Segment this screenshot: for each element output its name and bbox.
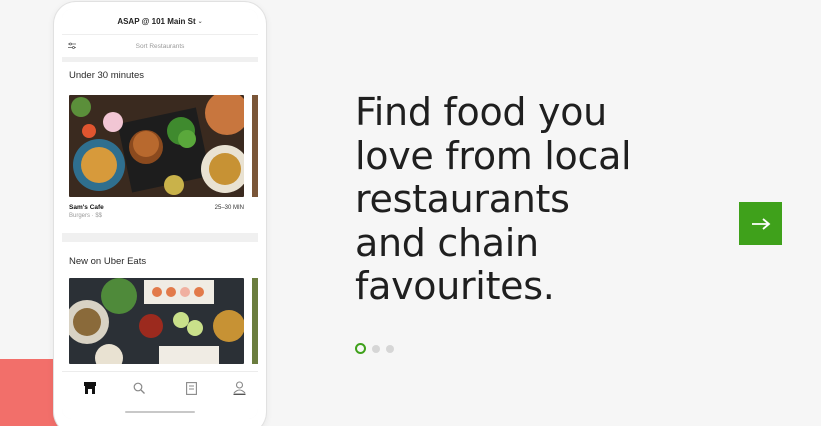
phone-screen: ASAP @ 101 Main St ⌄ Sort Restaurants Un…	[62, 9, 258, 419]
hero-headline: Find food you love from local restaurant…	[355, 90, 675, 309]
filter-icon	[68, 42, 76, 49]
delivery-address-header[interactable]: ASAP @ 101 Main St ⌄	[62, 9, 258, 35]
next-card-peek[interactable]	[252, 278, 258, 364]
headline-line: favourites.	[355, 264, 555, 308]
onboarding-page: ASAP @ 101 Main St ⌄ Sort Restaurants Un…	[0, 0, 821, 426]
delivery-address-label: ASAP @ 101 Main St	[117, 17, 196, 26]
section-title: Under 30 minutes	[69, 70, 144, 81]
sort-bar[interactable]: Sort Restaurants	[62, 35, 258, 57]
search-icon	[133, 382, 145, 394]
arrow-right-icon	[751, 217, 770, 230]
headline-line: and chain	[355, 220, 539, 265]
tab-home[interactable]	[82, 380, 98, 396]
carousel-dot-1[interactable]	[355, 343, 366, 354]
restaurant-name[interactable]: Sam's Cafe	[69, 204, 104, 211]
carousel-dot-3[interactable]	[386, 344, 394, 353]
store-icon	[84, 382, 96, 394]
headline-line: restaurants	[355, 177, 570, 221]
headline-line: Find food you	[355, 90, 607, 134]
restaurant-card-row	[69, 95, 258, 197]
carousel-dots	[355, 343, 394, 354]
chevron-down-icon: ⌄	[197, 19, 203, 25]
headline-line: love from local	[355, 133, 632, 178]
tab-search[interactable]	[131, 380, 147, 396]
tab-account[interactable]	[231, 380, 247, 396]
restaurant-card-row	[69, 278, 258, 364]
carousel-dot-2[interactable]	[372, 344, 380, 353]
section-under-30: Under 30 minutes Sam's Cafe 25–30 MIN Bu…	[62, 62, 258, 233]
section-title: New on Uber Eats	[69, 256, 147, 267]
next-card-peek[interactable]	[252, 95, 258, 197]
home-indicator	[125, 411, 195, 413]
restaurant-category: Burgers · $$	[69, 213, 103, 219]
restaurant-image[interactable]	[69, 278, 244, 364]
tab-orders[interactable]	[183, 380, 199, 396]
orders-icon	[185, 381, 197, 395]
restaurant-meta: Sam's Cafe 25–30 MIN	[69, 204, 258, 211]
next-button[interactable]	[739, 202, 782, 245]
section-new-on-uber-eats: New on Uber Eats	[62, 242, 258, 392]
sort-label: Sort Restaurants	[135, 42, 185, 50]
account-icon	[233, 381, 245, 395]
phone-mockup: ASAP @ 101 Main St ⌄ Sort Restaurants Un…	[54, 2, 266, 426]
restaurant-image[interactable]	[69, 95, 244, 197]
delivery-time: 25–30 MIN	[214, 204, 244, 211]
